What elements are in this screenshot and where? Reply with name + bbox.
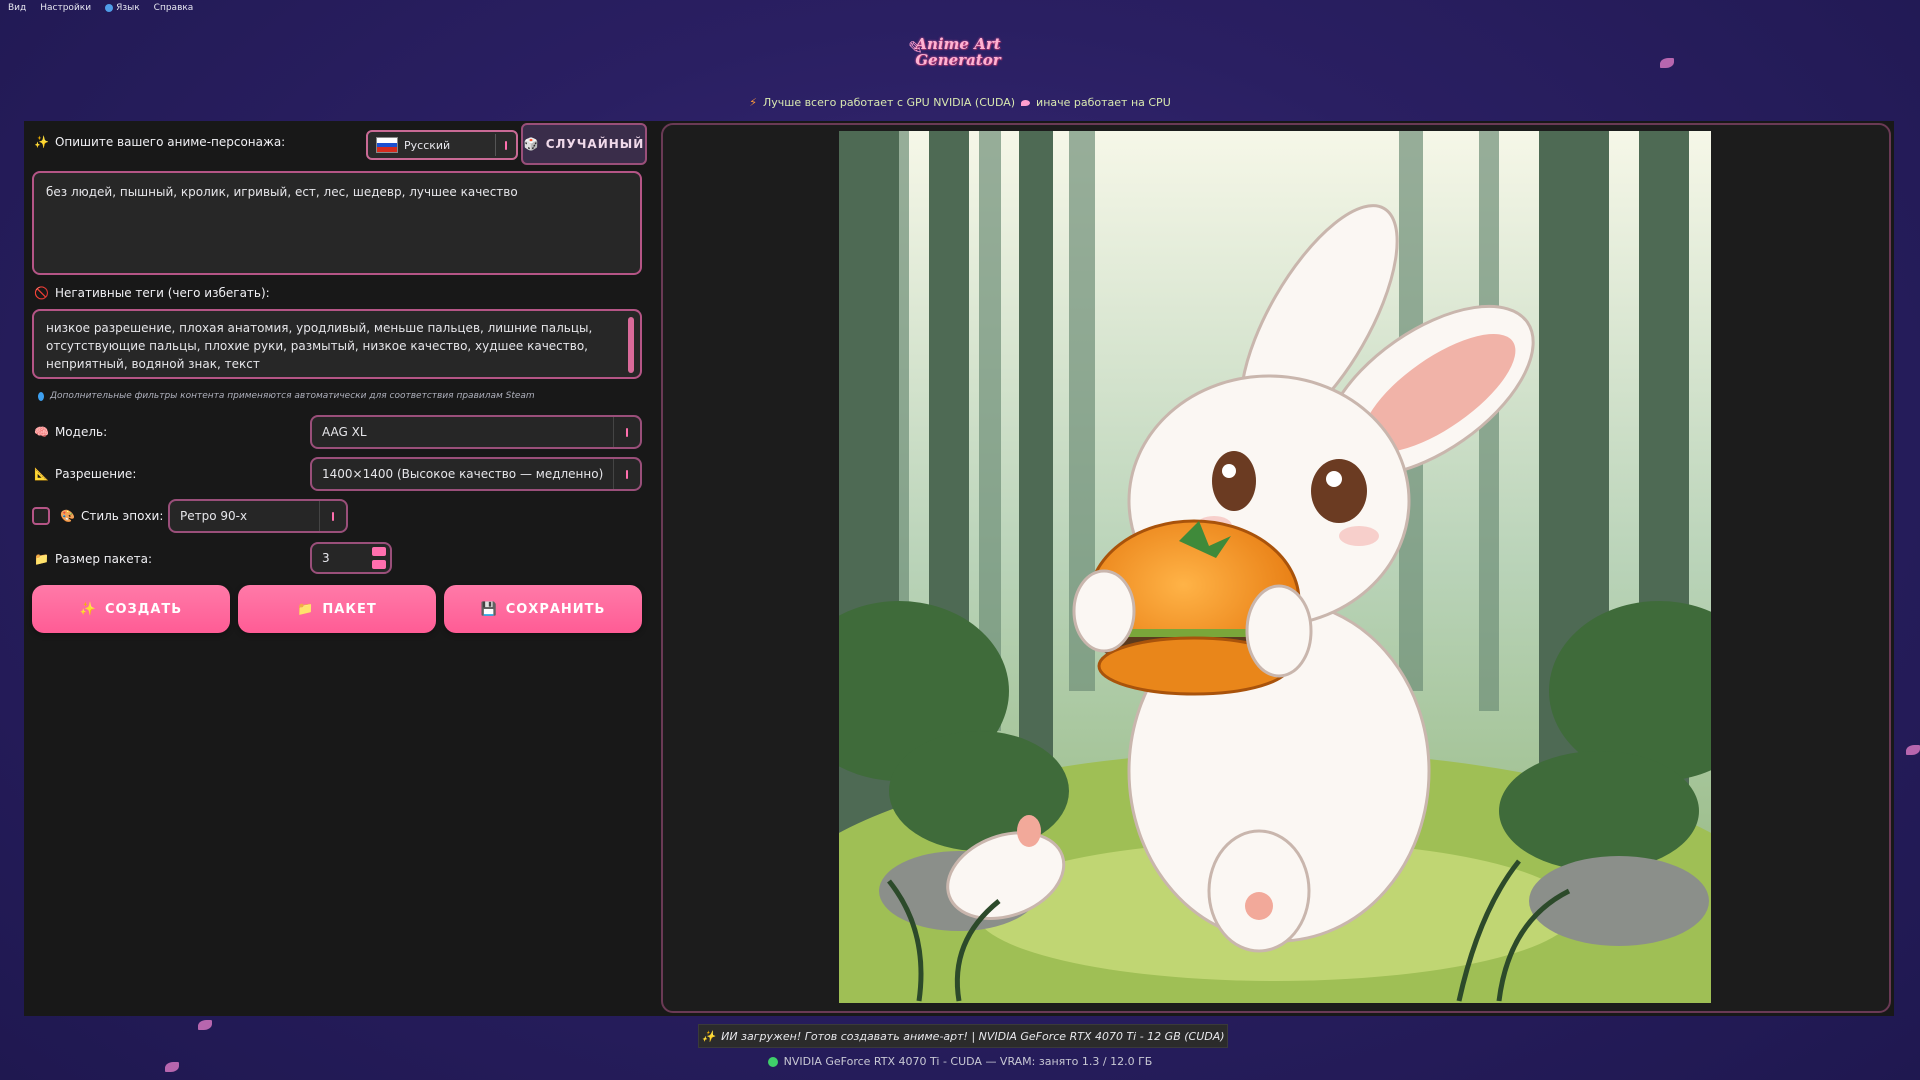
resolution-label: 📐 Разрешение: <box>34 467 136 481</box>
floppy-disk-icon: 💾 <box>480 601 498 617</box>
model-select-arrow[interactable] <box>613 417 640 447</box>
negative-label: 🚫 Негативные теги (чего избегать): <box>34 286 270 300</box>
status-text: ИИ загружен! Готов создавать аниме-арт! … <box>721 1029 1225 1043</box>
batch-size-stepper[interactable] <box>372 547 386 569</box>
batch-button-label: ПАКЕТ <box>322 601 377 617</box>
petal-decoration <box>165 1062 179 1072</box>
controls-panel: ✨ Опишите вашего аниме-персонажа: Русски… <box>24 121 658 1016</box>
triangle-ruler-icon: 📐 <box>34 467 49 481</box>
gpu-note: ⚡ Лучше всего работает с GPU NVIDIA (CUDA… <box>0 96 1920 109</box>
model-label-text: Модель: <box>54 425 108 439</box>
menu-language[interactable]: Язык <box>105 3 140 13</box>
stepper-down[interactable] <box>372 560 386 569</box>
brain-icon: 🧠 <box>34 425 49 439</box>
batch-size-input[interactable]: 3 <box>310 542 392 574</box>
era-style-label: 🎨 Стиль эпохи: <box>60 509 163 523</box>
menu-bar: Вид Настройки Язык Справка <box>0 0 201 16</box>
era-style-select-arrow[interactable] <box>319 501 346 531</box>
model-label: 🧠 Модель: <box>34 425 107 439</box>
status-dot-icon <box>767 1057 778 1067</box>
batch-size-value: 3 <box>322 551 330 565</box>
language-select-value: Русский <box>404 138 451 152</box>
gpu-note-part2: иначе работает на CPU <box>1036 96 1171 109</box>
menu-view[interactable]: Вид <box>8 3 26 13</box>
sparkles-icon: ✨ <box>79 601 97 617</box>
prompt-input-text: без людей, пышный, кролик, игривый, ест,… <box>46 185 518 199</box>
batch-size-label: 📁 Размер пакета: <box>34 552 152 566</box>
sparkles-icon: ✨ <box>701 1029 716 1043</box>
folder-icon: 📁 <box>34 552 49 566</box>
no-entry-icon: 🚫 <box>34 286 49 300</box>
menu-settings[interactable]: Настройки <box>40 3 91 13</box>
negative-input-text: низкое разрешение, плохая анатомия, урод… <box>46 321 593 371</box>
create-button[interactable]: ✨ СОЗДАТЬ <box>32 585 230 633</box>
negative-label-text: Негативные теги (чего избегать): <box>54 286 270 300</box>
petal-decoration <box>1906 745 1920 755</box>
petal-decoration <box>198 1020 212 1030</box>
language-select[interactable]: Русский <box>366 130 518 160</box>
logo-text: Anime Art Generator <box>908 36 1008 68</box>
era-style-checkbox[interactable] <box>32 507 50 525</box>
model-select-value: AAG XL <box>322 425 367 439</box>
resolution-select-arrow[interactable] <box>613 459 640 489</box>
prompt-label: ✨ Опишите вашего аниме-персонажа: <box>34 135 285 149</box>
resolution-label-text: Разрешение: <box>54 467 137 481</box>
create-button-label: СОЗДАТЬ <box>104 601 183 617</box>
output-panel <box>658 121 1894 1016</box>
generated-image[interactable] <box>839 131 1711 1003</box>
app-logo: ✎ Anime Art Generator <box>908 30 1008 76</box>
info-drop-icon <box>38 391 44 401</box>
era-style-label-text: Стиль эпохи: <box>80 509 164 523</box>
petal-decoration <box>1660 58 1674 68</box>
negative-input[interactable]: низкое разрешение, плохая анатомия, урод… <box>32 309 642 379</box>
mouse-cursor-icon <box>1021 100 1031 106</box>
era-style-select-value: Ретро 90-х <box>180 509 248 523</box>
globe-icon <box>105 4 114 12</box>
vram-indicator: NVIDIA GeForce RTX 4070 Ti - CUDA — VRAM… <box>0 1055 1920 1068</box>
random-button-label: СЛУЧАЙНЫЙ <box>545 137 645 151</box>
sparkles-icon: ✨ <box>34 135 49 149</box>
logo-line1: Anime Art <box>915 35 1001 53</box>
lightning-icon: ⚡ <box>749 96 757 109</box>
status-bar: ✨ ИИ загружен! Готов создавать аниме-арт… <box>698 1024 1228 1048</box>
random-button[interactable]: 🎲 СЛУЧАЙНЫЙ <box>521 123 647 165</box>
resolution-select[interactable]: 1400×1400 (Высокое качество — медленно) <box>310 457 642 491</box>
dice-icon: 🎲 <box>523 137 540 151</box>
prompt-input[interactable]: без людей, пышный, кролик, игривый, ест,… <box>32 171 642 275</box>
filter-hint-text: Дополнительные фильтры контента применяю… <box>50 391 535 401</box>
image-frame <box>661 123 1891 1013</box>
folder-icon: 📁 <box>297 601 315 617</box>
era-style-select[interactable]: Ретро 90-х <box>168 499 348 533</box>
menu-language-label: Язык <box>116 3 140 13</box>
save-button[interactable]: 💾 СОХРАНИТЬ <box>444 585 642 633</box>
menu-help[interactable]: Справка <box>154 3 194 13</box>
palette-icon: 🎨 <box>60 509 75 523</box>
resolution-select-value: 1400×1400 (Высокое качество — медленно) <box>322 467 604 481</box>
russian-flag-icon <box>376 137 398 153</box>
prompt-label-text: Опишите вашего аниме-персонажа: <box>54 135 286 149</box>
stepper-up[interactable] <box>372 547 386 556</box>
batch-size-label-text: Размер пакета: <box>54 552 153 566</box>
model-select[interactable]: AAG XL <box>310 415 642 449</box>
gpu-note-part1: Лучше всего работает с GPU NVIDIA (CUDA) <box>762 96 1016 109</box>
negative-scrollbar[interactable] <box>628 317 634 373</box>
language-select-arrow[interactable] <box>495 134 516 156</box>
save-button-label: СОХРАНИТЬ <box>505 601 606 617</box>
batch-button[interactable]: 📁 ПАКЕТ <box>238 585 436 633</box>
logo-line2: Generator <box>915 51 1001 69</box>
filter-hint: Дополнительные фильтры контента применяю… <box>38 391 535 401</box>
vram-text: NVIDIA GeForce RTX 4070 Ti - CUDA — VRAM… <box>783 1055 1153 1068</box>
